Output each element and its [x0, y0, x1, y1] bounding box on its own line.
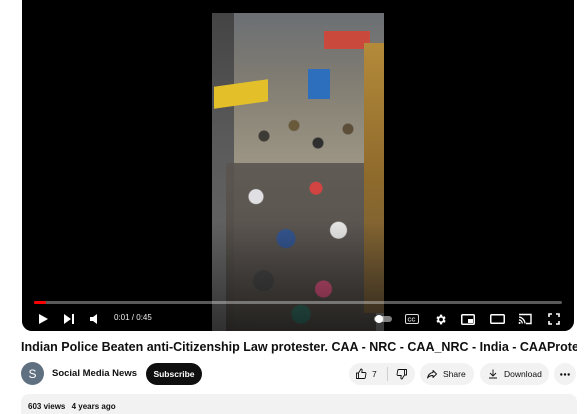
- play-button[interactable]: [34, 309, 52, 329]
- download-label: Download: [504, 369, 542, 379]
- time-display: 0:01 / 0:45: [114, 313, 152, 322]
- miniplayer-button[interactable]: [458, 309, 478, 329]
- captions-button[interactable]: CC: [402, 309, 422, 329]
- next-icon: [64, 314, 74, 324]
- video-scene-police: [252, 101, 372, 171]
- like-count: 7: [372, 369, 377, 379]
- watch-page: 0:01 / 0:45 CC Indian Police Beaten anti…: [0, 0, 586, 414]
- like-button[interactable]: 7: [349, 363, 387, 385]
- subscribe-button[interactable]: Subscribe: [146, 363, 202, 385]
- view-count: 603 views: [28, 402, 66, 411]
- fullscreen-button[interactable]: [544, 309, 564, 329]
- video-player[interactable]: 0:01 / 0:45 CC: [22, 0, 574, 331]
- share-label: Share: [443, 369, 466, 379]
- autoplay-toggle[interactable]: [372, 309, 394, 329]
- download-icon: [489, 369, 497, 379]
- upload-age: 4 years ago: [71, 402, 116, 411]
- miniplayer-icon: [461, 313, 475, 325]
- progress-bar[interactable]: [34, 301, 562, 304]
- more-actions-button[interactable]: [554, 363, 576, 385]
- captions-icon: CC: [405, 314, 419, 324]
- download-button[interactable]: Download: [480, 363, 549, 385]
- thumbs-down-icon: [396, 369, 407, 380]
- description-box[interactable]: 603 views 4 years ago: [21, 394, 577, 414]
- thumbs-up-icon: [356, 368, 367, 379]
- play-icon: [39, 314, 48, 324]
- description-meta: 603 views 4 years ago: [28, 402, 120, 411]
- theater-mode-button[interactable]: [486, 309, 508, 329]
- autoplay-toggle-icon: [374, 315, 392, 323]
- channel-row: S Social Media News Subscribe 7 Share Do…: [21, 362, 577, 386]
- svg-text:CC: CC: [408, 318, 416, 324]
- cast-icon: [518, 313, 532, 325]
- settings-button[interactable]: [430, 309, 450, 329]
- dislike-button[interactable]: [391, 363, 413, 385]
- share-icon: [427, 370, 437, 379]
- progress-fill: [34, 301, 46, 304]
- more-horizontal-icon: [560, 372, 570, 376]
- video-title: Indian Police Beaten anti-Citizenship La…: [21, 340, 577, 354]
- channel-name[interactable]: Social Media News: [52, 368, 137, 379]
- share-button[interactable]: Share: [420, 363, 474, 385]
- theater-mode-icon: [489, 314, 505, 324]
- cast-button[interactable]: [514, 309, 536, 329]
- gear-icon: [435, 314, 446, 324]
- like-divider: [387, 367, 388, 381]
- like-dislike-group: 7: [349, 363, 415, 385]
- fullscreen-icon: [548, 313, 560, 325]
- video-scene-blue-object: [308, 69, 330, 99]
- channel-avatar[interactable]: S: [21, 362, 44, 385]
- next-button[interactable]: [60, 309, 78, 329]
- mute-button[interactable]: [86, 309, 104, 329]
- volume-icon: [90, 314, 97, 324]
